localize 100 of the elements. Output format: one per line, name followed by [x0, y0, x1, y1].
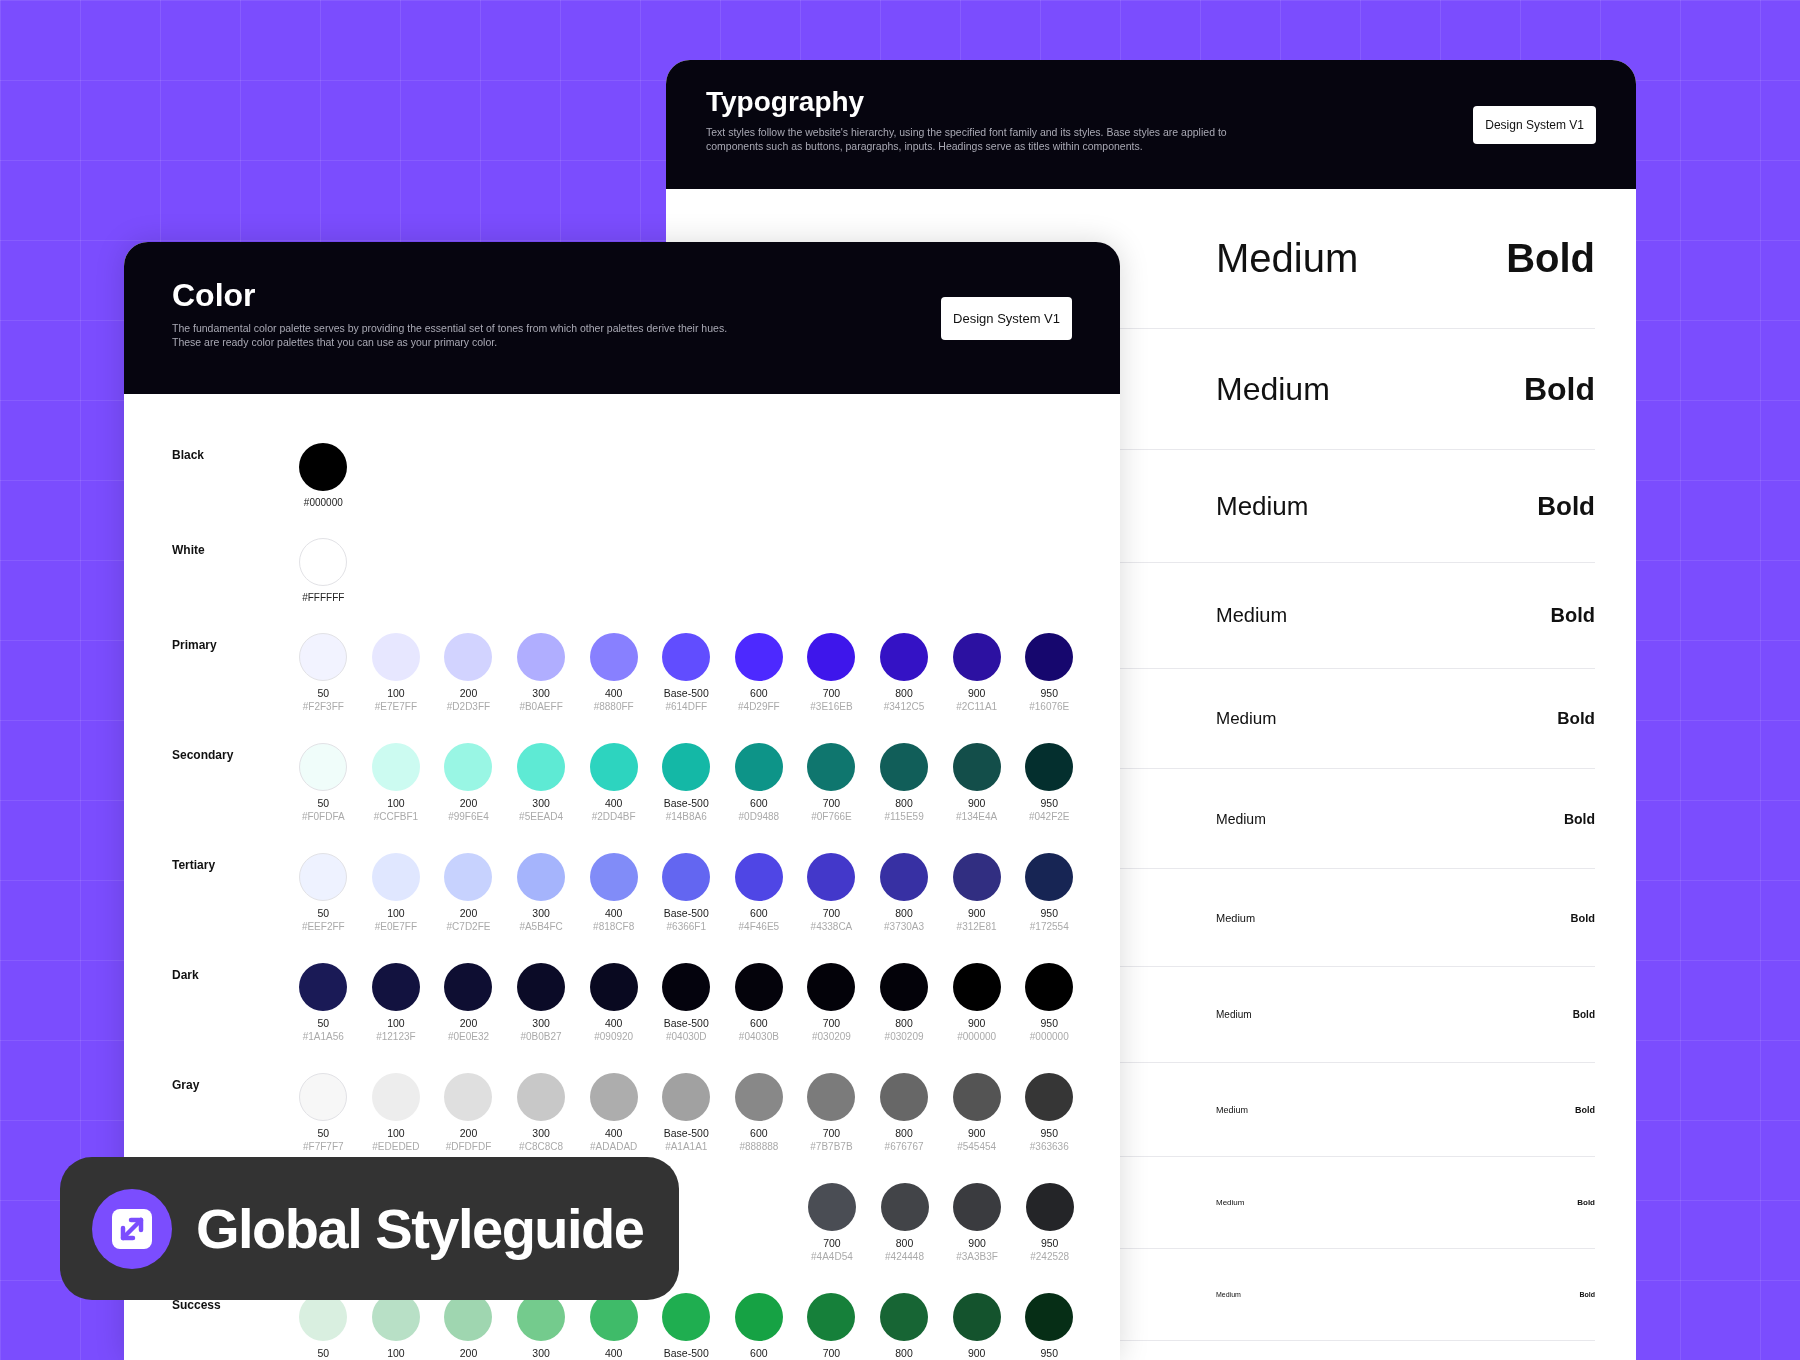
shade-label: 100	[387, 686, 405, 700]
shade-label: 700	[822, 1126, 841, 1140]
shade-label: 200	[459, 1126, 478, 1140]
shade-label: 100	[387, 1346, 405, 1360]
palette-name: White	[172, 543, 205, 557]
hex-code: #3A3B3F	[956, 1250, 998, 1264]
shade-label: 800	[895, 1016, 913, 1030]
hex-code: #D2D3FF	[446, 700, 491, 714]
version-button[interactable]: Design System V1	[1473, 105, 1596, 144]
shade-label: 100	[387, 796, 405, 810]
hex-code: #F2F3FF	[302, 700, 344, 714]
shade-label: 950	[1040, 1126, 1058, 1140]
shade-label: 700	[822, 1016, 841, 1030]
hex-code: #A5B4FC	[519, 920, 563, 934]
shade-label: 900	[968, 1236, 986, 1250]
shade-label: 200	[459, 1016, 478, 1030]
hex-code: #E0E7FF	[374, 920, 417, 934]
shade-label: 800	[895, 686, 913, 700]
shade-label: Base-500	[663, 1346, 709, 1360]
hex-code: #1A1A56	[302, 1030, 344, 1044]
shade-label: 700	[822, 1346, 841, 1360]
shade-label: 50	[317, 1346, 330, 1360]
hex-code: #EEF2FF	[301, 920, 345, 934]
card-description: Text styles follow the website's hierarchy, using the specified font family and its styles. Base styles are applied to components such as buttons, paragraphs, inputs. Headings serve as titles within components.	[706, 126, 1228, 153]
shade-label: 100	[387, 1016, 405, 1030]
shade-label: Base-500	[663, 796, 709, 810]
hex-code: #242528	[1030, 1250, 1070, 1264]
version-button[interactable]: Design System V1	[941, 296, 1072, 340]
hex-code: #363636	[1029, 1140, 1069, 1154]
shade-label: 950	[1040, 796, 1058, 810]
shade-label: 50	[317, 1016, 330, 1030]
hex-code: #000000	[1029, 1030, 1069, 1044]
bold-sample: Bold	[1523, 370, 1595, 408]
shade-label: 300	[532, 1126, 550, 1140]
shade-label: 800	[895, 796, 913, 810]
hex-code: #090920	[594, 1030, 634, 1044]
bold-sample: Bold	[1572, 1009, 1595, 1020]
hex-code: #000000	[303, 496, 343, 510]
hex-code: #99F6E4	[448, 810, 489, 824]
shade-label: Base-500	[663, 1016, 709, 1030]
shade-label: 900	[967, 1126, 986, 1140]
shade-label: 400	[604, 1016, 623, 1030]
medium-sample: Medium	[1216, 1104, 1249, 1115]
palette-name: Primary	[172, 638, 217, 652]
hex-code: #2C11A1	[956, 700, 998, 714]
palette-name: Tertiary	[172, 858, 216, 872]
hex-code: #115E59	[884, 810, 924, 824]
hex-code: #14B8A6	[665, 810, 707, 824]
hex-code: #3412C5	[883, 700, 925, 714]
bold-sample: Bold	[1537, 490, 1595, 522]
hex-code: #DFDFDF	[445, 1140, 492, 1154]
shade-label: 700	[822, 906, 841, 920]
medium-sample: Medium	[1216, 810, 1267, 827]
shade-label: Base-500	[663, 1126, 709, 1140]
shade-label: 800	[895, 906, 913, 920]
medium-sample: Medium	[1216, 708, 1278, 729]
shade-label: 300	[532, 686, 550, 700]
shade-label: 600	[750, 906, 768, 920]
shade-label: 800	[895, 1236, 914, 1250]
hex-code: #0D9488	[738, 810, 780, 824]
bold-sample: Bold	[1577, 1198, 1595, 1207]
hex-code: #818CF8	[593, 920, 635, 934]
palette-name: Dark	[172, 968, 199, 982]
hex-code: #0E0E32	[447, 1030, 490, 1044]
shade-label: 300	[532, 906, 550, 920]
medium-sample: Medium	[1216, 1009, 1253, 1020]
bold-sample: Bold	[1550, 604, 1595, 627]
hex-code: #172554	[1029, 920, 1069, 934]
shade-label: 50	[317, 796, 330, 810]
shade-label: 600	[750, 1126, 768, 1140]
shade-label: 900	[967, 686, 986, 700]
shade-label: Base-500	[663, 686, 709, 700]
medium-sample: Medium	[1216, 236, 1360, 281]
hex-code: #B0AEFF	[519, 700, 563, 714]
card-title: Typography	[706, 86, 866, 119]
hex-code: #5EEAD4	[519, 810, 564, 824]
shade-label: 950	[1040, 1236, 1059, 1250]
hex-code: #134E4A	[956, 810, 998, 824]
shade-label: 400	[604, 1346, 623, 1360]
bold-sample: Bold	[1557, 708, 1595, 729]
shade-label: 600	[750, 686, 768, 700]
hex-code: #EDEDED	[372, 1140, 420, 1154]
hex-code: #F0FDFA	[301, 810, 345, 824]
hex-code: #FFFFFF	[302, 591, 345, 605]
shade-label: 300	[532, 1346, 550, 1360]
bold-sample: Bold	[1506, 236, 1595, 281]
hex-code: #F7F7F7	[303, 1140, 344, 1154]
hex-code: #0F766E	[811, 810, 852, 824]
shade-label: 300	[532, 796, 550, 810]
shade-label: 900	[967, 1016, 986, 1030]
medium-sample: Medium	[1216, 490, 1310, 522]
shade-label: Base-500	[663, 906, 709, 920]
shade-label: 900	[967, 1346, 986, 1360]
hex-code: #04030D	[665, 1030, 707, 1044]
hex-code: #4338CA	[810, 920, 853, 934]
hex-code: #888888	[739, 1140, 779, 1154]
shade-label: 900	[967, 796, 986, 810]
shade-label: 200	[459, 796, 478, 810]
hex-code: #7B7B7B	[810, 1140, 853, 1154]
medium-sample: Medium	[1216, 604, 1289, 627]
